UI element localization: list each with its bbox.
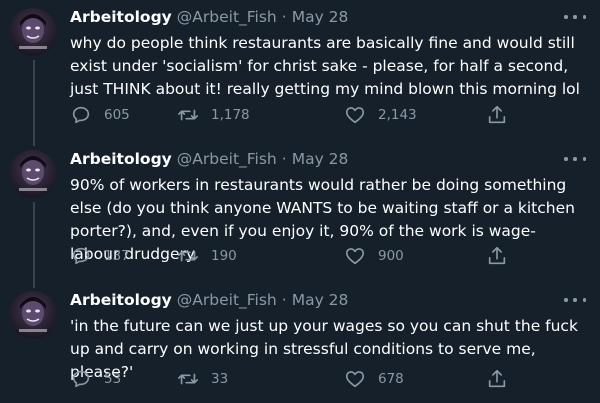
timestamp[interactable]: May 28 xyxy=(292,8,349,26)
timestamp[interactable]: May 28 xyxy=(292,150,349,168)
avatar[interactable] xyxy=(9,8,57,56)
avatar-column xyxy=(9,291,57,339)
share-icon xyxy=(486,368,508,390)
like-button[interactable]: 900 xyxy=(344,245,404,267)
avatar[interactable] xyxy=(9,150,57,198)
like-button[interactable]: 2,143 xyxy=(344,104,417,126)
display-name[interactable]: Arbeitology xyxy=(70,150,172,168)
reply-button[interactable]: 605 xyxy=(70,104,130,126)
handle[interactable]: @Arbeit_Fish xyxy=(177,150,277,168)
handle[interactable]: @Arbeit_Fish xyxy=(177,291,277,309)
tweet[interactable]: Arbeitology @Arbeit_Fish · May 28 'in th… xyxy=(0,283,600,403)
handle[interactable]: @Arbeit_Fish xyxy=(177,8,277,26)
avatar-column xyxy=(9,150,57,198)
tweet-thread: Arbeitology @Arbeit_Fish · May 28 why do… xyxy=(0,0,600,403)
retweet-icon xyxy=(177,104,199,126)
display-name[interactable]: Arbeitology xyxy=(70,8,172,26)
avatar-column xyxy=(9,8,57,56)
tweet-body: Arbeitology @Arbeit_Fish · May 28 why do… xyxy=(70,6,590,101)
like-count: 2,143 xyxy=(378,107,417,123)
share-icon xyxy=(486,104,508,126)
reply-count: 53 xyxy=(104,371,122,387)
share-button[interactable] xyxy=(486,104,508,126)
share-button[interactable] xyxy=(486,368,508,390)
share-button[interactable] xyxy=(486,245,508,267)
thread-connector xyxy=(33,60,35,146)
retweet-icon xyxy=(177,245,199,267)
reply-icon xyxy=(70,368,92,390)
reply-icon xyxy=(70,104,92,126)
like-button[interactable]: 678 xyxy=(344,368,404,390)
tweet-actions: 53 33 678 xyxy=(70,368,530,390)
reply-button[interactable]: 53 xyxy=(70,368,121,390)
separator: · xyxy=(281,150,287,168)
reply-count: 137 xyxy=(104,248,130,264)
heart-icon xyxy=(344,104,366,126)
like-count: 678 xyxy=(378,371,404,387)
separator: · xyxy=(281,291,287,309)
retweet-icon xyxy=(177,368,199,390)
retweet-button[interactable]: 1,178 xyxy=(177,104,250,126)
more-icon[interactable] xyxy=(564,151,586,167)
tweet-header: Arbeitology @Arbeit_Fish · May 28 xyxy=(70,148,590,170)
reply-count: 605 xyxy=(104,107,130,123)
timestamp[interactable]: May 28 xyxy=(292,291,349,309)
tweet-header: Arbeitology @Arbeit_Fish · May 28 xyxy=(70,289,590,311)
tweet[interactable]: Arbeitology @Arbeit_Fish · May 28 why do… xyxy=(0,0,600,146)
heart-icon xyxy=(344,368,366,390)
avatar[interactable] xyxy=(9,291,57,339)
tweet-actions: 137 190 900 xyxy=(70,245,530,267)
share-icon xyxy=(486,245,508,267)
tweet-actions: 605 1,178 2,143 xyxy=(70,104,530,126)
separator: · xyxy=(281,8,287,26)
tweet[interactable]: Arbeitology @Arbeit_Fish · May 28 90% of… xyxy=(0,142,600,288)
retweet-count: 1,178 xyxy=(211,107,250,123)
like-count: 900 xyxy=(378,248,404,264)
tweet-text: why do people think restaurants are basi… xyxy=(70,34,580,98)
more-icon[interactable] xyxy=(564,9,586,25)
heart-icon xyxy=(344,245,366,267)
retweet-button[interactable]: 190 xyxy=(177,245,237,267)
display-name[interactable]: Arbeitology xyxy=(70,291,172,309)
reply-icon xyxy=(70,245,92,267)
tweet-header: Arbeitology @Arbeit_Fish · May 28 xyxy=(70,6,590,28)
thread-connector xyxy=(33,202,35,288)
retweet-count: 190 xyxy=(211,248,237,264)
reply-button[interactable]: 137 xyxy=(70,245,130,267)
retweet-count: 33 xyxy=(211,371,229,387)
retweet-button[interactable]: 33 xyxy=(177,368,228,390)
more-icon[interactable] xyxy=(564,292,586,308)
